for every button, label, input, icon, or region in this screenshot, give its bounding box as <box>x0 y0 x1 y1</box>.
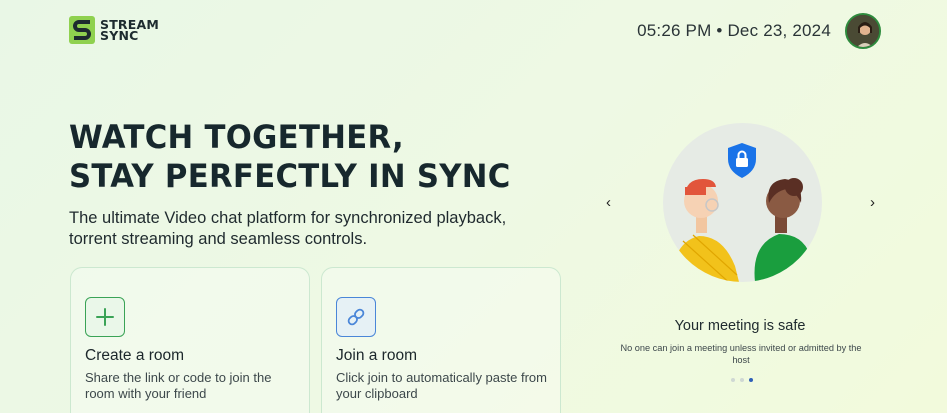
logo-icon <box>69 16 95 44</box>
carousel-slide-description: No one can join a meeting unless invited… <box>620 343 862 365</box>
carousel-dot-1[interactable] <box>731 378 735 382</box>
meeting-safe-illustration <box>663 123 822 282</box>
create-room-title: Create a room <box>85 347 185 364</box>
header-right: 05:26 PM • Dec 23, 2024 <box>637 13 881 49</box>
join-room-title: Join a room <box>336 347 417 364</box>
link-icon <box>336 297 376 337</box>
hero-title-line-2: STAY PERFECTLY IN SYNC <box>69 157 511 195</box>
carousel-slide-title: Your meeting is safe <box>674 318 806 334</box>
join-room-card[interactable]: Join a room Click join to automatically … <box>321 267 561 413</box>
join-room-description: Click join to automatically paste from y… <box>336 370 547 401</box>
create-room-card[interactable]: Create a room Share the link or code to … <box>70 267 310 413</box>
create-room-description: Share the link or code to join the room … <box>85 370 272 401</box>
hero-subtitle: The ultimate Video chat platform for syn… <box>69 209 507 248</box>
avatar-icon <box>847 15 879 47</box>
carousel-dot-2[interactable] <box>740 378 744 382</box>
chevron-right-icon[interactable]: › <box>870 194 875 211</box>
hero-title: WATCH TOGETHER, STAY PERFECTLY IN SYNC <box>69 118 529 196</box>
app-logo[interactable]: STREAM SYNC <box>69 16 159 44</box>
chevron-left-icon[interactable]: ‹ <box>606 194 611 211</box>
logo-text: STREAM SYNC <box>100 18 159 42</box>
user-avatar[interactable] <box>845 13 881 49</box>
hero-title-line-1: WATCH TOGETHER, <box>69 118 404 156</box>
carousel-dots <box>731 378 753 382</box>
datetime: 05:26 PM • Dec 23, 2024 <box>637 21 831 40</box>
plus-icon <box>85 297 125 337</box>
carousel-dot-3[interactable] <box>749 378 753 382</box>
